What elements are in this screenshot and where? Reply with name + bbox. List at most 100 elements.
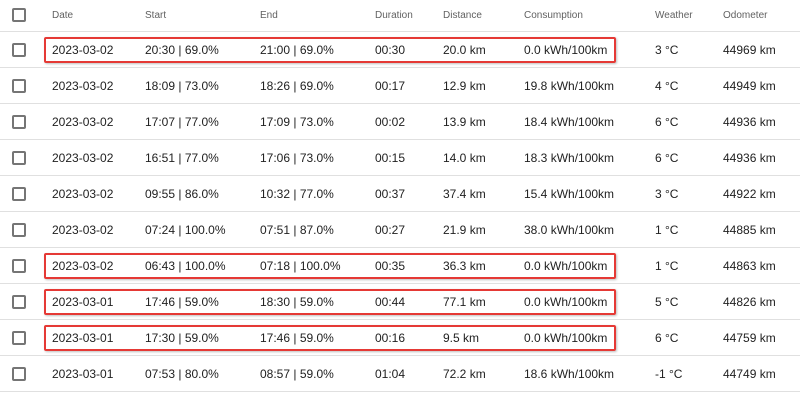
table-row[interactable]: 2023-03-02 18:09 | 73.0% 18:26 | 69.0% 00:1… [0,68,800,104]
cell-weather: 6 °C [655,150,679,165]
cell-start: 16:51 | 77.0% [145,150,219,165]
cell-date: 2023-03-02 [52,42,114,57]
table-header: Date Start End Duration Distance Consump… [0,0,800,32]
column-header-start[interactable]: Start [145,0,166,31]
cell-weather: 6 °C [655,114,679,129]
cell-start: 17:07 | 77.0% [145,114,219,129]
cell-consumption: 0.0 kWh/100km [524,294,608,309]
cell-distance: 21.9 km [443,222,486,237]
cell-start: 17:46 | 59.0% [145,294,219,309]
column-header-consumption[interactable]: Consumption [524,0,583,31]
cell-date: 2023-03-02 [52,114,114,129]
cell-date: 2023-03-02 [52,150,114,165]
cell-odometer: 44936 km [723,150,776,165]
cell-consumption: 19.8 kWh/100km [524,78,615,93]
cell-odometer: 44826 km [723,294,776,309]
cell-weather: 1 °C [655,222,679,237]
drives-table: Date Start End Duration Distance Consump… [0,0,800,400]
cell-start: 17:30 | 59.0% [145,330,219,345]
cell-odometer: 44885 km [723,222,776,237]
cell-date: 2023-03-01 [52,294,114,309]
row-checkbox[interactable] [12,295,26,309]
cell-odometer: 44949 km [723,78,776,93]
table-row[interactable]: 2023-03-01 17:30 | 59.0% 17:46 | 59.0% 00:1… [0,320,800,356]
table-row[interactable]: 2023-03-02 07:24 | 100.0% 07:51 | 87.0% 00:… [0,212,800,248]
column-header-end[interactable]: End [260,0,278,31]
row-checkbox[interactable] [12,151,26,165]
cell-odometer: 44863 km [723,258,776,273]
row-checkbox[interactable] [12,223,26,237]
column-header-weather[interactable]: Weather [655,0,693,31]
row-checkbox[interactable] [12,259,26,273]
row-checkbox[interactable] [12,367,26,381]
cell-odometer: 44936 km [723,114,776,129]
select-all-checkbox[interactable] [12,8,26,22]
cell-consumption: 18.3 kWh/100km [524,150,615,165]
cell-distance: 77.1 km [443,294,486,309]
cell-start: 07:53 | 80.0% [145,366,219,381]
cell-odometer: 44749 km [723,366,776,381]
table-row[interactable]: 2023-03-01 17:46 | 59.0% 18:30 | 59.0% 00:4… [0,284,800,320]
cell-weather: 3 °C [655,42,679,57]
row-checkbox[interactable] [12,115,26,129]
cell-weather: 3 °C [655,186,679,201]
cell-start: 09:55 | 86.0% [145,186,219,201]
table-row[interactable]: 2023-03-02 16:51 | 77.0% 17:06 | 73.0% 00:1… [0,140,800,176]
table-row[interactable]: 2023-03-02 06:43 | 100.0% 07:18 | 100.0% 00… [0,248,800,284]
cell-distance: 37.4 km [443,186,486,201]
column-header-date[interactable]: Date [52,0,73,31]
cell-date: 2023-03-02 [52,186,114,201]
table-row[interactable]: 2023-03-02 20:30 | 69.0% 21:00 | 69.0% 00:3… [0,32,800,68]
cell-consumption: 0.0 kWh/100km [524,258,608,273]
cell-duration: 01:04 [375,366,406,381]
row-checkbox[interactable] [12,187,26,201]
cell-duration: 00:44 [375,294,406,309]
cell-weather: 4 °C [655,78,679,93]
cell-weather: 5 °C [655,294,679,309]
row-checkbox[interactable] [12,331,26,345]
cell-duration: 00:30 [375,42,406,57]
cell-duration: 00:02 [375,114,406,129]
cell-end: 08:57 | 59.0% [260,366,334,381]
row-checkbox[interactable] [12,79,26,93]
cell-duration: 00:16 [375,330,406,345]
cell-end: 07:51 | 87.0% [260,222,334,237]
cell-start: 20:30 | 69.0% [145,42,219,57]
table-row[interactable]: 2023-03-02 17:07 | 77.0% 17:09 | 73.0% 00:0… [0,104,800,140]
cell-end: 10:32 | 77.0% [260,186,334,201]
cell-date: 2023-03-01 [52,330,114,345]
column-header-duration[interactable]: Duration [375,0,413,31]
cell-consumption: 0.0 kWh/100km [524,330,608,345]
cell-duration: 00:17 [375,78,406,93]
cell-odometer: 44922 km [723,186,776,201]
table-row[interactable]: 2023-03-02 09:55 | 86.0% 10:32 | 77.0% 00:3… [0,176,800,212]
row-checkbox[interactable] [12,43,26,57]
cell-consumption: 0.0 kWh/100km [524,42,608,57]
cell-date: 2023-03-01 [52,366,114,381]
column-header-odometer[interactable]: Odometer [723,0,767,31]
cell-end: 21:00 | 69.0% [260,42,334,57]
table-row[interactable]: 2023-03-01 07:53 | 80.0% 08:57 | 59.0% 01:0… [0,356,800,392]
cell-end: 17:09 | 73.0% [260,114,334,129]
cell-distance: 13.9 km [443,114,486,129]
cell-end: 18:30 | 59.0% [260,294,334,309]
column-header-distance[interactable]: Distance [443,0,482,31]
cell-distance: 20.0 km [443,42,486,57]
cell-duration: 00:37 [375,186,406,201]
cell-weather: 1 °C [655,258,679,273]
cell-end: 17:06 | 73.0% [260,150,334,165]
cell-weather: -1 °C [655,366,683,381]
cell-end: 18:26 | 69.0% [260,78,334,93]
cell-distance: 12.9 km [443,78,486,93]
cell-duration: 00:35 [375,258,406,273]
cell-start: 06:43 | 100.0% [145,258,226,273]
cell-date: 2023-03-02 [52,78,114,93]
cell-start: 07:24 | 100.0% [145,222,226,237]
cell-end: 17:46 | 59.0% [260,330,334,345]
cell-odometer: 44759 km [723,330,776,345]
cell-duration: 00:15 [375,150,406,165]
cell-odometer: 44969 km [723,42,776,57]
cell-consumption: 38.0 kWh/100km [524,222,615,237]
cell-distance: 36.3 km [443,258,486,273]
cell-distance: 72.2 km [443,366,486,381]
